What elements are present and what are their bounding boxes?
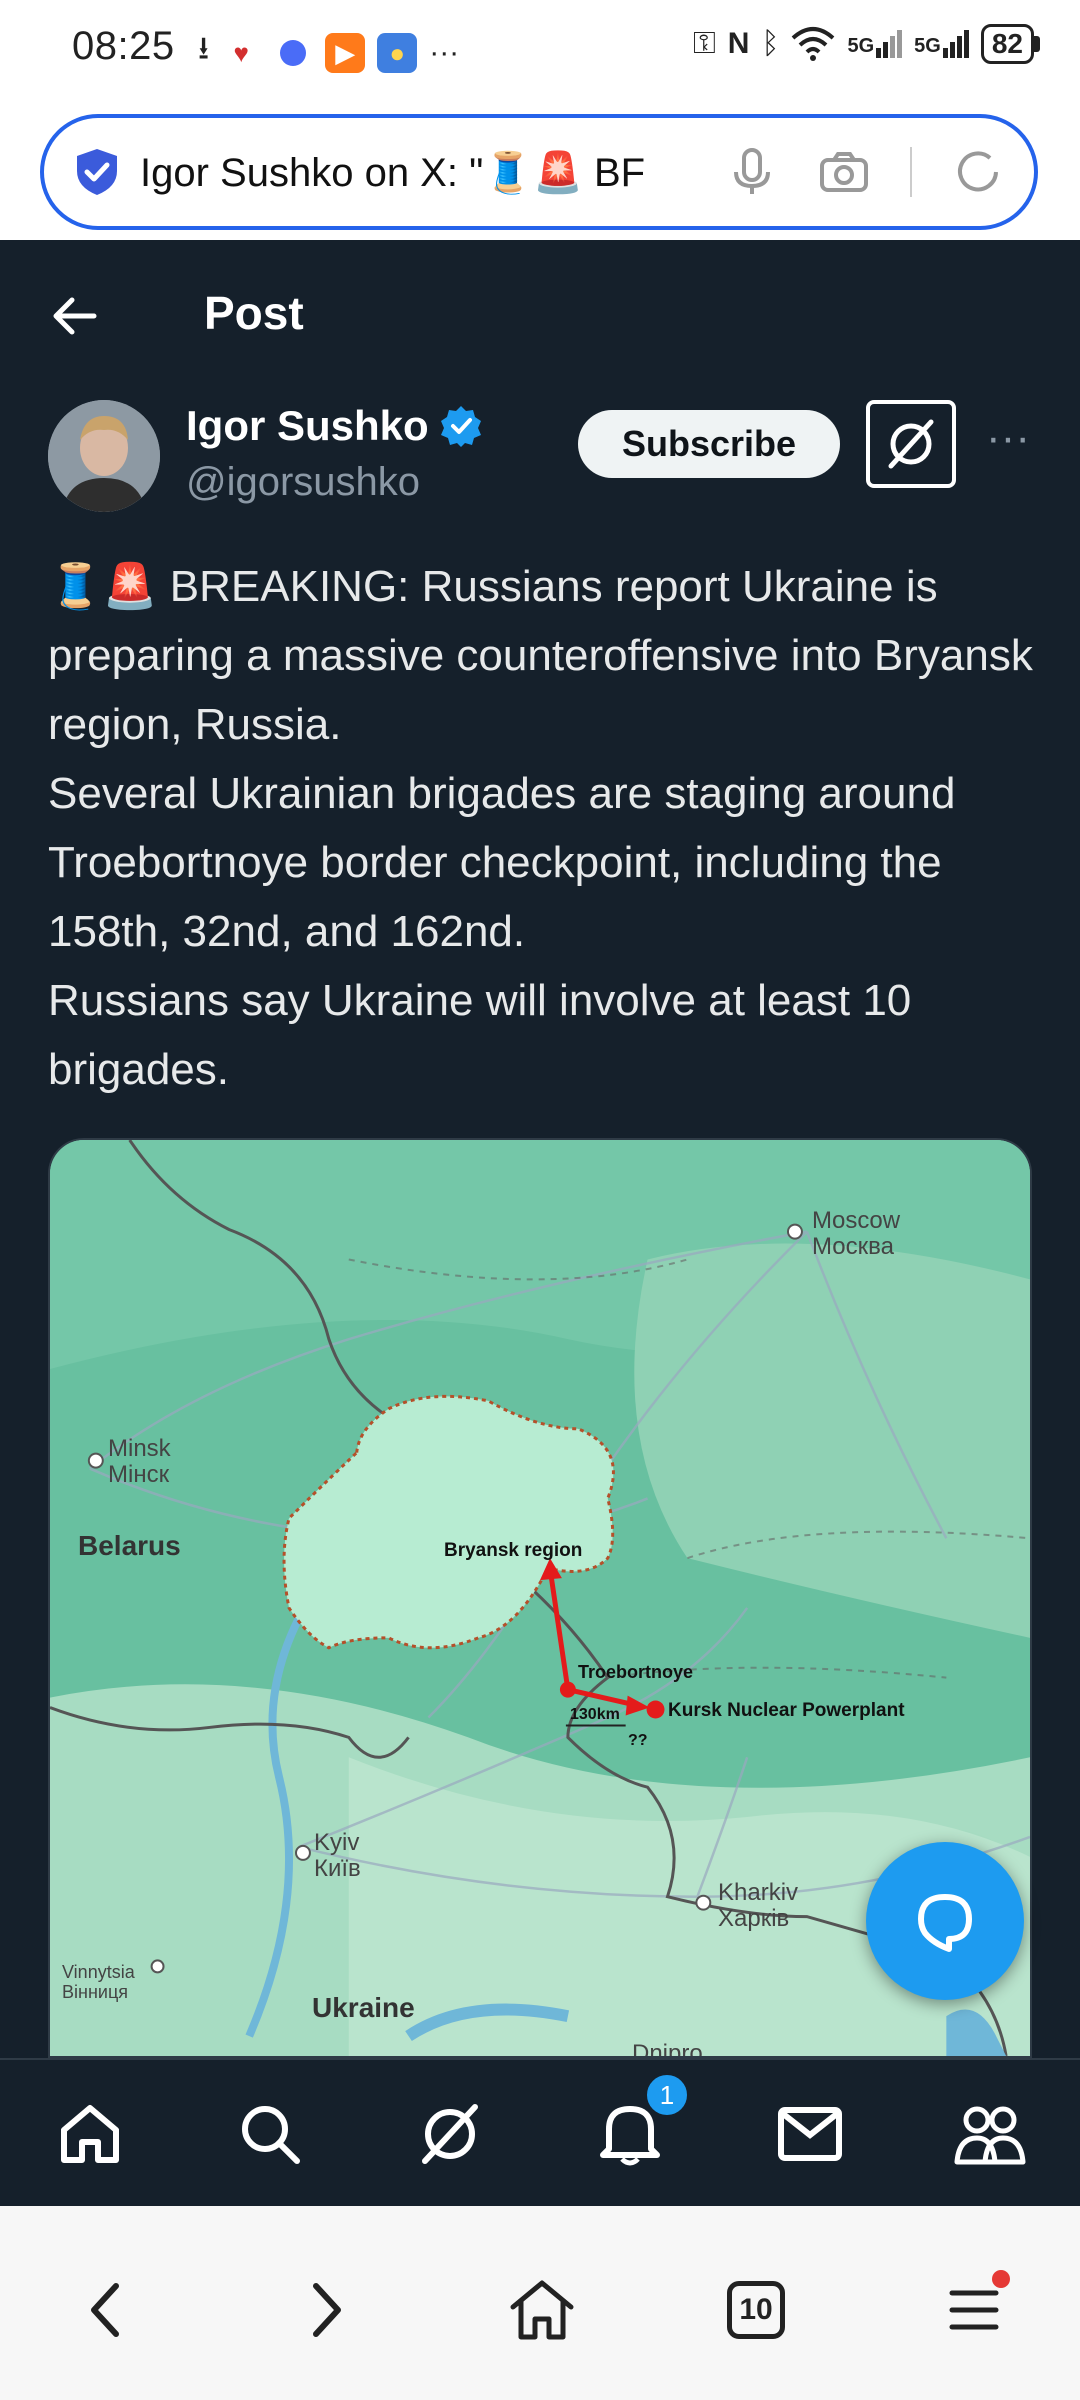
- kharkiv-en: Kharkiv: [718, 1879, 799, 1906]
- download-icon: ⭳: [198, 30, 210, 66]
- status-time: 08:25: [72, 24, 175, 68]
- browser-bottom-bar: 10: [0, 2206, 1080, 2400]
- browser-back-button[interactable]: [66, 2270, 146, 2350]
- browser-home-button[interactable]: [502, 2270, 582, 2350]
- author-name[interactable]: Igor Sushko: [186, 402, 483, 450]
- status-notification-icons: ⭳ ♥ ▶ ● ···: [198, 26, 459, 80]
- key-icon: ⚿: [692, 27, 716, 60]
- map-label-kursk: Kursk Nuclear Powerplant: [668, 1700, 905, 1721]
- map-label-bryansk: Bryansk region: [444, 1540, 583, 1561]
- play-icon: ▶: [325, 33, 366, 73]
- grok-button[interactable]: [866, 400, 956, 488]
- status-right-icons: ⚿ N ᛒ 5G 5G 82: [693, 24, 1040, 64]
- status-bar: 08:25 ⭳ ♥ ▶ ● ··· ⚿ N ᛒ 5G 5G 82: [0, 0, 1080, 100]
- camera-icon[interactable]: [818, 146, 870, 198]
- author-name-text[interactable]: Igor Sushko: [186, 402, 429, 450]
- verified-badge-icon: [440, 406, 481, 447]
- battery-level: 82: [980, 24, 1034, 64]
- map-label-troebortnoye: Troebortnoye: [578, 1662, 694, 1682]
- map-label-dnipro: Dnipro: [632, 2040, 703, 2058]
- shield-icon: [77, 149, 117, 195]
- app-notification-icon: ♥: [233, 37, 249, 68]
- kyiv-en: Kyiv: [314, 1829, 360, 1856]
- more-options-icon[interactable]: ···: [980, 416, 1036, 468]
- post-body: 🧵🚨 BREAKING: Russians report Ukraine is …: [48, 552, 1038, 1104]
- reload-icon[interactable]: [952, 146, 1004, 198]
- microphone-icon[interactable]: [726, 146, 778, 198]
- grok-icon: [888, 419, 934, 469]
- signal-1-icon: 5G: [847, 30, 903, 58]
- mail-icon: [778, 2107, 842, 2161]
- map-label-belarus: Belarus: [78, 1530, 181, 1561]
- browser-tabs-button[interactable]: 10: [716, 2270, 796, 2350]
- kharkiv-ua: Харків: [718, 1905, 790, 1932]
- browser-forward-button[interactable]: [286, 2270, 366, 2350]
- post-line: Russians say Ukraine will involve at lea…: [48, 976, 912, 1094]
- grok-icon: [422, 2104, 478, 2164]
- map-label-moscow: Moscow Москва: [812, 1208, 900, 1260]
- nav-home[interactable]: [52, 2096, 128, 2172]
- post-line: 🧵🚨 BREAKING: Russians report Ukraine is …: [48, 562, 1033, 749]
- signal-2-icon: 5G: [914, 30, 969, 58]
- nfc-icon: N: [727, 27, 750, 60]
- wifi-icon: [792, 27, 835, 61]
- home-icon: [61, 2105, 119, 2163]
- vinnytsia-ua: Вінниця: [62, 1982, 128, 2002]
- app-dot-icon: [273, 33, 313, 73]
- author-handle[interactable]: @igorsushko: [186, 460, 420, 505]
- avatar[interactable]: [48, 400, 160, 512]
- chevron-right-icon: [313, 2283, 341, 2337]
- map-label-minsk: Minsk Мінск: [108, 1436, 171, 1488]
- app-bottom-nav: 1: [0, 2058, 1080, 2206]
- minsk-ru: Мінск: [108, 1461, 170, 1488]
- map-label-vinnytsia: Vinnytsia Вінниця: [62, 1962, 135, 2002]
- back-arrow-icon[interactable]: [46, 288, 102, 344]
- post-line: Several Ukrainian brigades are staging a…: [48, 769, 956, 956]
- kyiv-ua: Київ: [314, 1855, 361, 1882]
- nav-notifications[interactable]: 1: [592, 2072, 690, 2172]
- chat-bubble-icon: [918, 1894, 972, 1952]
- moscow-en: Moscow: [812, 1207, 901, 1234]
- map-label-unknown: ??: [628, 1732, 648, 1749]
- moscow-ru: Москва: [812, 1233, 894, 1260]
- browser-menu-button[interactable]: [934, 2270, 1014, 2350]
- nav-search[interactable]: [232, 2096, 308, 2172]
- tab-count: 10: [727, 2281, 785, 2339]
- minsk-en: Minsk: [108, 1435, 171, 1462]
- notification-badge: 1: [644, 2072, 690, 2118]
- subscribe-button[interactable]: Subscribe: [578, 410, 840, 478]
- map-label-kharkiv: Kharkiv Харків: [718, 1880, 798, 1932]
- vinnytsia-en: Vinnytsia: [62, 1962, 135, 1982]
- signal-1-label: 5G: [847, 35, 875, 57]
- address-bar[interactable]: Igor Sushko on X: "🧵🚨 BF: [40, 114, 1038, 230]
- bluetooth-icon: ᛒ: [761, 27, 780, 60]
- nav-messages[interactable]: [772, 2096, 848, 2172]
- weather-icon: ●: [377, 33, 418, 73]
- menu-alert-dot: [992, 2270, 1010, 2288]
- nav-communities[interactable]: [952, 2096, 1028, 2172]
- more-notifications-icon: ···: [429, 36, 460, 69]
- map-label-kyiv: Kyiv Київ: [314, 1830, 361, 1882]
- url-text[interactable]: Igor Sushko on X: "🧵🚨 BF: [140, 149, 680, 196]
- home-icon: [510, 2280, 574, 2340]
- signal-2-label: 5G: [914, 35, 941, 57]
- communities-icon: [954, 2106, 1026, 2165]
- post-header: Post: [0, 240, 1080, 390]
- menu-icon: [949, 2290, 999, 2330]
- search-icon: [242, 2106, 300, 2164]
- browser-toolbar: Igor Sushko on X: "🧵🚨 BF: [0, 100, 1080, 240]
- map-label-ukraine: Ukraine: [312, 1992, 415, 2023]
- battery-icon: 82: [980, 24, 1040, 64]
- chevron-left-icon: [91, 2283, 119, 2337]
- address-separator: [910, 147, 912, 197]
- nav-grok[interactable]: [412, 2096, 488, 2172]
- message-fab-button[interactable]: [866, 1842, 1024, 2000]
- map-label-distance: 130km: [570, 1706, 620, 1723]
- page-title: Post: [204, 287, 304, 339]
